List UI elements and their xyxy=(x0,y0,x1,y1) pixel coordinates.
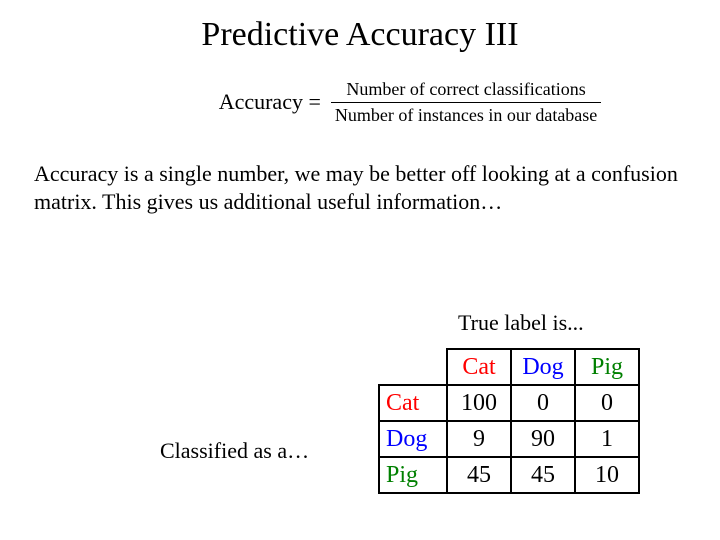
table-row: Cat Dog Pig xyxy=(379,349,639,385)
cell: 0 xyxy=(575,385,639,421)
confusion-matrix: Cat Dog Pig Cat 100 0 0 Dog 9 90 1 Pig 4… xyxy=(378,348,640,494)
accuracy-formula: Accuracy = Number of correct classificat… xyxy=(130,78,690,126)
col-header-pig: Pig xyxy=(575,349,639,385)
classified-label-caption: Classified as a… xyxy=(160,438,309,464)
empty-corner xyxy=(379,349,447,385)
col-header-dog: Dog xyxy=(511,349,575,385)
cell: 90 xyxy=(511,421,575,457)
cell: 9 xyxy=(447,421,511,457)
slide-title: Predictive Accuracy III xyxy=(30,16,690,54)
cell: 10 xyxy=(575,457,639,493)
formula-denominator: Number of instances in our database xyxy=(331,102,601,127)
cell: 45 xyxy=(447,457,511,493)
table-row: Cat 100 0 0 xyxy=(379,385,639,421)
row-header-cat: Cat xyxy=(379,385,447,421)
cell: 1 xyxy=(575,421,639,457)
row-header-pig: Pig xyxy=(379,457,447,493)
table-row: Dog 9 90 1 xyxy=(379,421,639,457)
cell: 0 xyxy=(511,385,575,421)
cell: 45 xyxy=(511,457,575,493)
formula-lhs: Accuracy = xyxy=(219,89,321,115)
cell: 100 xyxy=(447,385,511,421)
slide: Predictive Accuracy III Accuracy = Numbe… xyxy=(0,0,720,540)
col-header-cat: Cat xyxy=(447,349,511,385)
row-header-dog: Dog xyxy=(379,421,447,457)
formula-fraction: Number of correct classifications Number… xyxy=(331,78,601,126)
formula-numerator: Number of correct classifications xyxy=(342,78,589,102)
table-row: Pig 45 45 10 xyxy=(379,457,639,493)
true-label-caption: True label is... xyxy=(458,310,584,336)
body-paragraph: Accuracy is a single number, we may be b… xyxy=(34,160,686,215)
